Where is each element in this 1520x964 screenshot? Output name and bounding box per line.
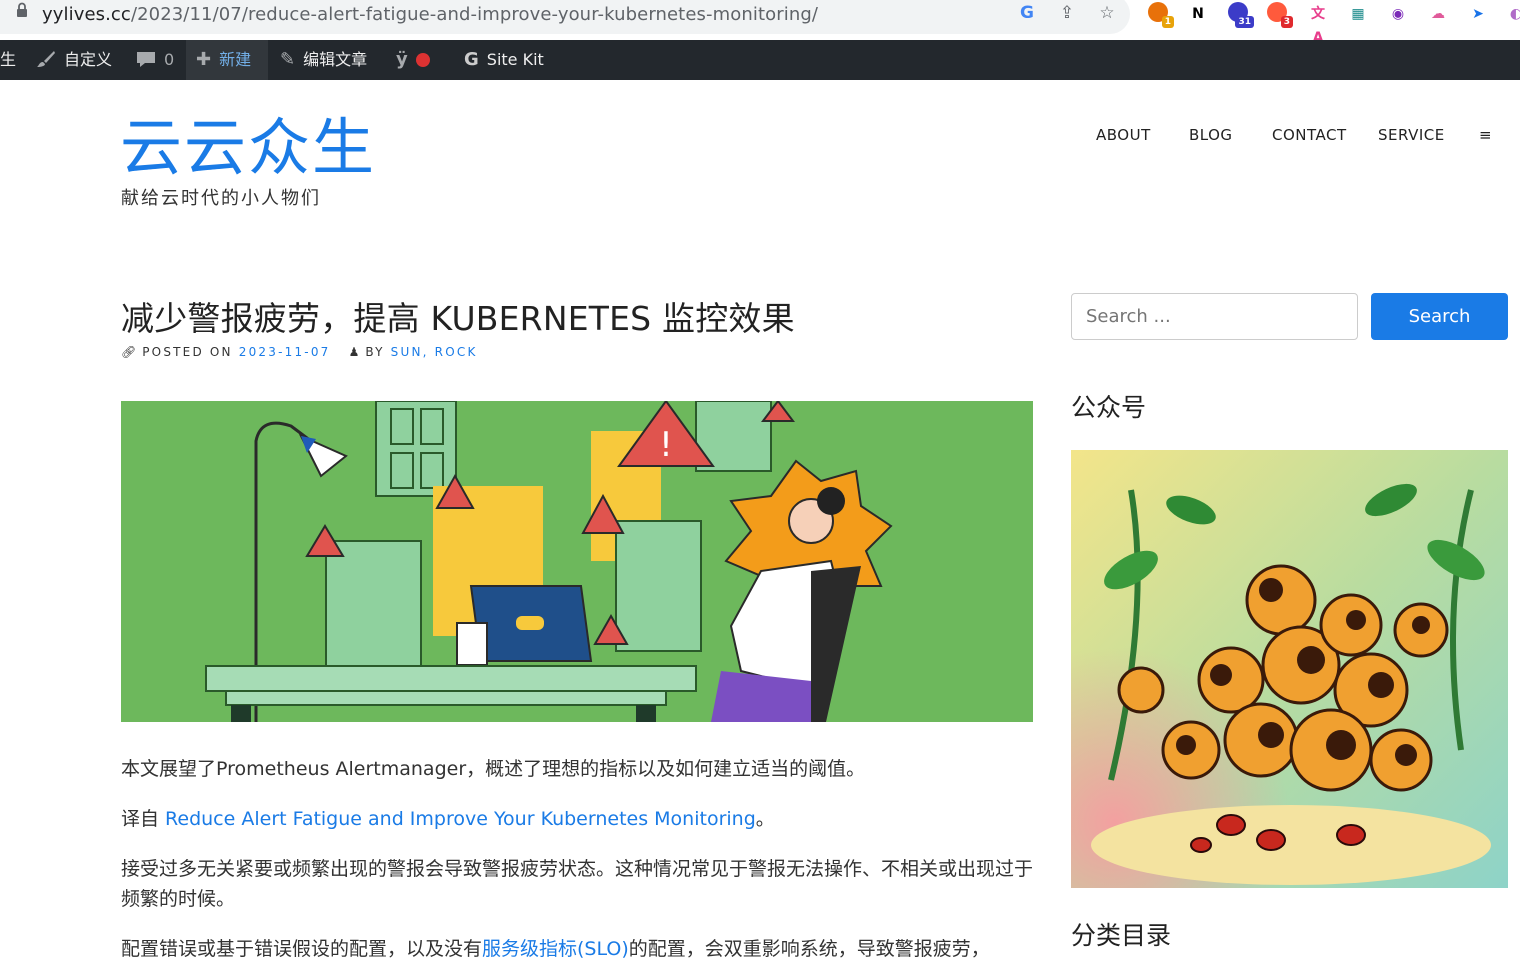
- admin-site-name[interactable]: 生: [0, 40, 16, 80]
- comment-bubble-icon: [136, 40, 156, 80]
- lock-icon: [17, 2, 27, 17]
- url-text[interactable]: yylives.cc/2023/11/07/reduce-alert-fatig…: [42, 4, 818, 25]
- notion-icon[interactable]: N: [1186, 2, 1210, 26]
- body-paragraph-2: 配置错误或基于错误假设的配置，以及没有服务级指标(SLO)的配置，会双重影响系统…: [121, 934, 1033, 964]
- wechat-qr-image: [1071, 450, 1508, 888]
- grid-extension-icon[interactable]: ▦: [1346, 2, 1370, 26]
- nav-about[interactable]: ABOUT: [1096, 126, 1151, 144]
- nav-contact[interactable]: CONTACT: [1272, 126, 1347, 144]
- bookmark-star-icon[interactable]: ☆: [1096, 2, 1118, 24]
- google-lens-icon[interactable]: G: [1016, 2, 1038, 24]
- site-tagline: 献给云时代的小人物们: [121, 188, 321, 209]
- admin-comments[interactable]: 0: [136, 40, 174, 80]
- by-label: BY: [365, 345, 385, 359]
- source-paragraph: 译自 Reduce Alert Fatigue and Improve Your…: [121, 804, 1033, 834]
- para4-prefix: 配置错误或基于错误假设的配置，以及没有: [121, 938, 483, 960]
- seo-status-dot: [415, 53, 430, 67]
- admin-yoast[interactable]: ÿ: [396, 40, 430, 80]
- customize-label: 自定义: [64, 50, 113, 69]
- paintbrush-icon: [36, 40, 56, 80]
- post-date-link[interactable]: 2023-11-07: [239, 345, 331, 359]
- graduate-cap-icon[interactable]: 31: [1228, 2, 1254, 28]
- author-link[interactable]: SUN, ROCK: [391, 345, 478, 359]
- menu-toggle-icon[interactable]: ≡: [1479, 126, 1492, 144]
- search-button[interactable]: Search: [1371, 293, 1508, 340]
- sitekit-label: Site Kit: [486, 50, 544, 69]
- extension-badge: 3: [1280, 16, 1293, 28]
- para4-suffix: 的配置，会双重影响系统，导致警报疲劳，: [628, 938, 990, 960]
- extension-badge: 1: [1161, 16, 1174, 28]
- author-icon: ♟: [348, 345, 360, 359]
- url-host: yylives.cc: [42, 4, 131, 25]
- slo-link[interactable]: 服务级指标(SLO): [482, 938, 629, 960]
- share-icon[interactable]: ⇪: [1056, 2, 1078, 24]
- admin-sitekit[interactable]: G Site Kit: [464, 40, 544, 80]
- blue-arrow-icon[interactable]: ➤: [1466, 2, 1490, 26]
- post-title: 减少警报疲劳，提高 KUBERNETES 监控效果: [121, 299, 795, 338]
- featured-image: !: [121, 401, 1033, 722]
- browser-toolbar: yylives.cc/2023/11/07/reduce-alert-fatig…: [0, 0, 1520, 46]
- address-bar[interactable]: yylives.cc/2023/11/07/reduce-alert-fatig…: [0, 0, 1130, 34]
- new-label: 新建: [219, 50, 252, 69]
- pencil-icon: ✎: [280, 49, 296, 70]
- extension-badge: 31: [1235, 16, 1254, 28]
- nav-blog[interactable]: BLOG: [1189, 126, 1233, 144]
- chat-bubbles-icon[interactable]: 3: [1267, 2, 1293, 28]
- wp-admin-bar: 生 自定义 0 ✚ 新建 ✎ 编辑文章 ÿ G Site Kit: [0, 40, 1520, 80]
- svg-text:!: !: [659, 425, 673, 465]
- post-meta: 🔗︎ POSTED ON 2023-11-07 ♟ BY SUN, ROCK: [121, 345, 478, 359]
- admin-site-label: 生: [0, 50, 17, 69]
- yoast-icon: ÿ: [396, 49, 408, 70]
- comments-count: 0: [164, 50, 175, 69]
- intro-paragraph: 本文展望了Prometheus Alertmanager，概述了理想的指标以及如…: [121, 758, 866, 780]
- body-paragraph-1: 接受过多无关紧要或频繁出现的警报会导致警报疲劳状态。这种情况常见于警报无法操作、…: [121, 858, 1034, 910]
- edit-post-label: 编辑文章: [303, 50, 368, 69]
- site-title[interactable]: 云云众生: [120, 112, 376, 184]
- wechat-widget-title: 公众号: [1071, 393, 1147, 422]
- multicolor-extension-icon[interactable]: 1: [1148, 2, 1174, 28]
- source-article-link[interactable]: Reduce Alert Fatigue and Improve Your Ku…: [165, 808, 756, 830]
- posted-on-label: POSTED ON: [142, 345, 233, 359]
- plus-icon: ✚: [196, 49, 212, 70]
- admin-customize[interactable]: 自定义: [36, 40, 112, 80]
- search-input[interactable]: [1071, 293, 1358, 340]
- cloud-extension-icon[interactable]: ☁: [1426, 2, 1450, 26]
- google-g-icon: G: [464, 49, 479, 70]
- categories-widget-title: 分类目录: [1071, 921, 1172, 950]
- nav-service[interactable]: SERVICE: [1378, 126, 1445, 144]
- translate-icon[interactable]: 文A: [1306, 2, 1330, 46]
- admin-edit-post[interactable]: ✎ 编辑文章: [280, 40, 367, 80]
- admin-new[interactable]: ✚ 新建: [186, 40, 268, 80]
- circle-extension-icon[interactable]: ◉: [1386, 2, 1410, 26]
- purple-swirl-icon[interactable]: ◐: [1504, 2, 1520, 26]
- url-path: /2023/11/07/reduce-alert-fatigue-and-imp…: [130, 4, 819, 25]
- source-prefix: 译自: [121, 808, 166, 830]
- link-icon: 🔗︎: [121, 345, 137, 359]
- source-suffix: 。: [755, 808, 775, 830]
